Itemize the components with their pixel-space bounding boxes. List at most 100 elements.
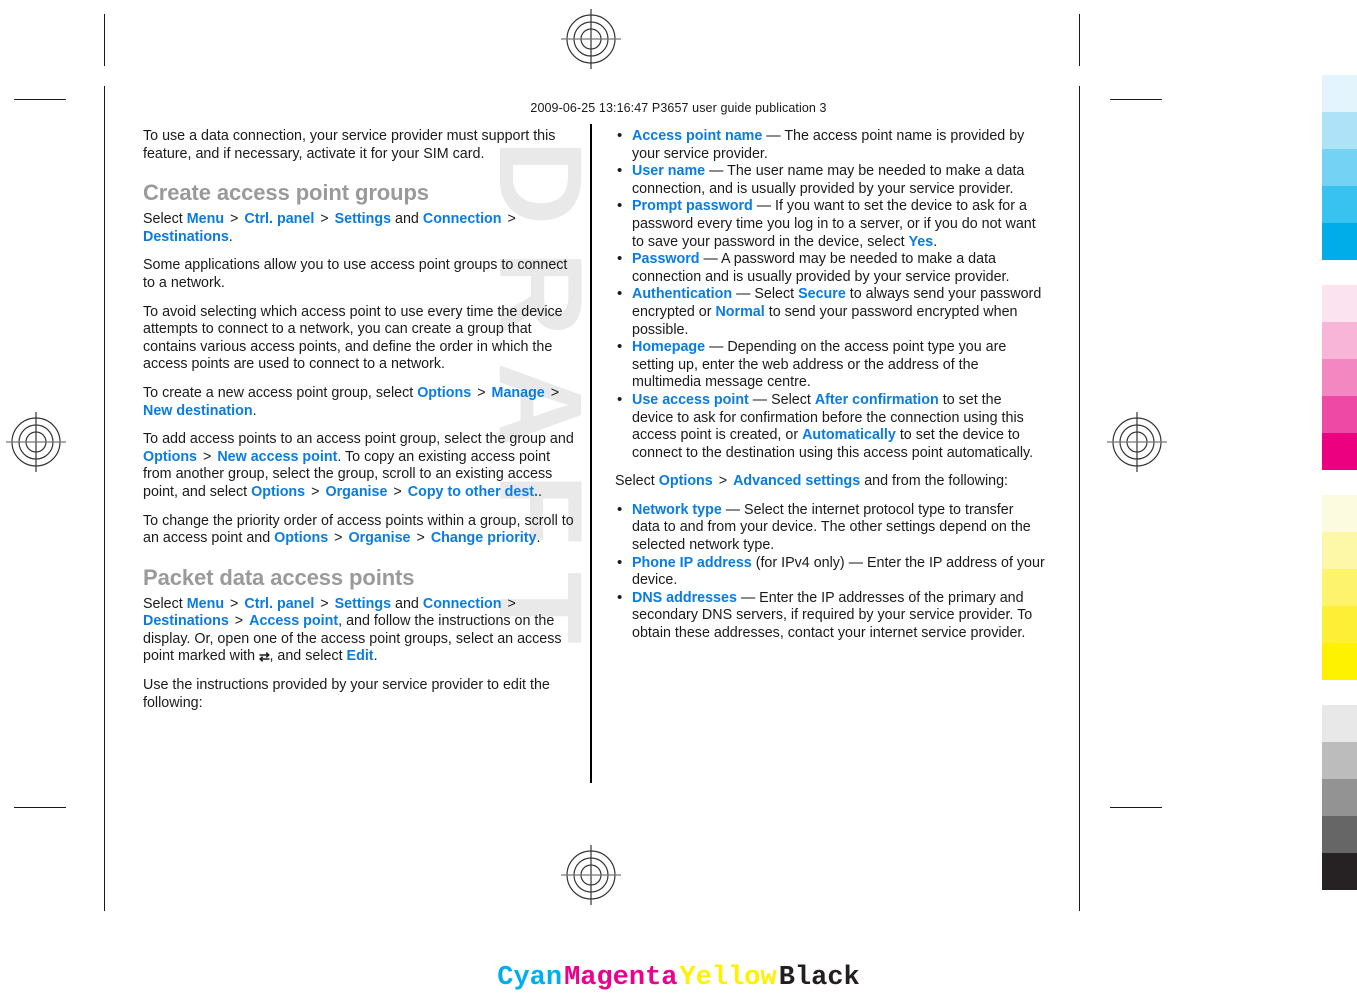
gt-separator: >: [416, 530, 425, 547]
color-bar-yellow: [1322, 495, 1357, 680]
list-item: Network type — Select the internet proto…: [615, 501, 1045, 555]
list-item: Access point name — The access point nam…: [615, 127, 1045, 163]
color-bar-magenta: [1322, 285, 1357, 470]
setting-value-after-confirmation[interactable]: After confirmation: [815, 392, 939, 408]
color-swatch-magenta-2: [1322, 322, 1357, 359]
link-options[interactable]: Options: [659, 473, 713, 489]
link-menu[interactable]: Menu: [187, 596, 224, 612]
color-swatch-yellow-5: [1322, 643, 1357, 680]
setting-term-dns-addresses[interactable]: DNS addresses: [632, 590, 737, 606]
color-bar-cyan: [1322, 75, 1357, 260]
bidirectional-arrows-icon: ⇄: [259, 649, 270, 665]
setting-term-phone-ip-address[interactable]: Phone IP address: [632, 555, 752, 571]
setting-description: Select: [754, 286, 795, 303]
crop-mark-top-left-horizontal: [14, 99, 66, 100]
registration-mark-bottom: [561, 845, 621, 905]
paragraph-change-priority: To change the priority order of access p…: [143, 513, 580, 548]
setting-value-normal[interactable]: Normal: [715, 304, 764, 320]
color-swatch-black-3: [1322, 779, 1357, 816]
select-label: Select: [615, 473, 655, 490]
paragraph-select-path-2: Select Menu > Ctrl. panel > Settings and…: [143, 596, 580, 666]
setting-qualifier: (for IPv4 only): [755, 554, 845, 571]
crop-mark-top-right-vertical: [1079, 14, 1080, 66]
setting-term-prompt-password[interactable]: Prompt password: [632, 198, 753, 214]
and-label: and: [395, 211, 419, 228]
add-prefix: To add access points to an access point …: [143, 431, 574, 448]
period: .: [252, 402, 257, 419]
setting-term-access-point-name[interactable]: Access point name: [632, 128, 762, 144]
setting-term-use-access-point[interactable]: Use access point: [632, 392, 749, 408]
color-swatch-magenta-4: [1322, 396, 1357, 433]
gt-separator: >: [477, 384, 486, 401]
em-dash: —: [848, 554, 863, 571]
gt-separator: >: [334, 530, 343, 547]
link-access-point[interactable]: Access point: [249, 613, 338, 629]
gt-separator: >: [230, 211, 239, 228]
setting-description: Select: [771, 391, 811, 408]
list-item: Authentication — Select Secure to always…: [615, 285, 1045, 339]
color-swatch-yellow-2: [1322, 532, 1357, 569]
heading-packet-data-access-points: Packet data access points: [143, 564, 415, 590]
color-swatch-magenta-3: [1322, 359, 1357, 396]
color-swatch-cyan-4: [1322, 186, 1357, 223]
list-item: Homepage — Depending on the access point…: [615, 338, 1045, 392]
setting-term-password[interactable]: Password: [632, 251, 700, 267]
link-edit[interactable]: Edit: [347, 648, 374, 664]
link-connection[interactable]: Connection: [423, 596, 502, 612]
setting-term-user-name[interactable]: User name: [632, 163, 705, 179]
setting-value-secure[interactable]: Secure: [798, 286, 846, 302]
paragraph-some-applications: Some applications allow you to use acces…: [143, 257, 568, 291]
setting-value-automatically[interactable]: Automatically: [802, 427, 896, 443]
setting-term-network-type[interactable]: Network type: [632, 502, 722, 518]
gt-separator: >: [718, 473, 728, 490]
gt-separator: >: [507, 211, 516, 228]
link-settings[interactable]: Settings: [335, 596, 391, 612]
color-swatch-yellow-1: [1322, 495, 1357, 532]
color-swatch-cyan-1: [1322, 75, 1357, 112]
right-text-column: Access point name — The access point nam…: [615, 127, 1045, 654]
em-dash: —: [709, 339, 724, 356]
select-label: Select: [143, 595, 183, 612]
paragraph-to-avoid-selecting: To avoid selecting which access point to…: [143, 303, 563, 373]
link-options[interactable]: Options: [251, 484, 305, 500]
list-item: Prompt password — If you want to set the…: [615, 197, 1045, 251]
link-menu[interactable]: Menu: [187, 211, 224, 227]
gt-separator: >: [311, 483, 320, 500]
setting-term-authentication[interactable]: Authentication: [632, 286, 732, 302]
setting-value-yes[interactable]: Yes: [909, 234, 934, 250]
color-swatch-cyan-2: [1322, 112, 1357, 149]
crop-mark-left-edge-vertical: [104, 86, 105, 911]
paragraph-create-new-group: To create a new access point group, sele…: [143, 385, 580, 420]
link-change-priority[interactable]: Change priority: [431, 530, 537, 546]
link-destinations[interactable]: Destinations: [143, 613, 229, 629]
link-copy-to-other-dest[interactable]: Copy to other dest.: [408, 484, 538, 500]
link-manage[interactable]: Manage: [492, 385, 545, 401]
cmyk-label-yellow: Yellow: [679, 963, 777, 993]
link-connection[interactable]: Connection: [423, 211, 502, 227]
link-ctrl-panel[interactable]: Ctrl. panel: [244, 596, 314, 612]
link-options[interactable]: Options: [417, 385, 471, 401]
gt-separator: >: [320, 595, 329, 612]
and-select-text: , and select: [269, 648, 343, 665]
link-organise[interactable]: Organise: [349, 530, 411, 546]
link-options[interactable]: Options: [143, 449, 197, 465]
list-item: DNS addresses — Enter the IP addresses o…: [615, 589, 1045, 643]
cmyk-label-magenta: Magenta: [564, 963, 678, 993]
color-swatch-black-4: [1322, 816, 1357, 853]
link-advanced-settings[interactable]: Advanced settings: [733, 473, 860, 489]
setting-term-homepage[interactable]: Homepage: [632, 339, 705, 355]
gt-separator: >: [203, 448, 212, 465]
em-dash: —: [709, 163, 724, 180]
link-settings[interactable]: Settings: [335, 211, 391, 227]
color-swatch-black-5: [1322, 853, 1357, 890]
link-new-access-point[interactable]: New access point: [217, 449, 337, 465]
link-new-destination[interactable]: New destination: [143, 403, 253, 419]
link-options[interactable]: Options: [274, 530, 328, 546]
link-organise[interactable]: Organise: [325, 484, 387, 500]
link-ctrl-panel[interactable]: Ctrl. panel: [244, 211, 314, 227]
list-item: Password — A password may be needed to m…: [615, 250, 1045, 286]
color-swatch-magenta-1: [1322, 285, 1357, 322]
registration-mark-left: [6, 412, 66, 472]
link-destinations[interactable]: Destinations: [143, 229, 229, 245]
cmyk-label-black: Black: [778, 963, 860, 993]
